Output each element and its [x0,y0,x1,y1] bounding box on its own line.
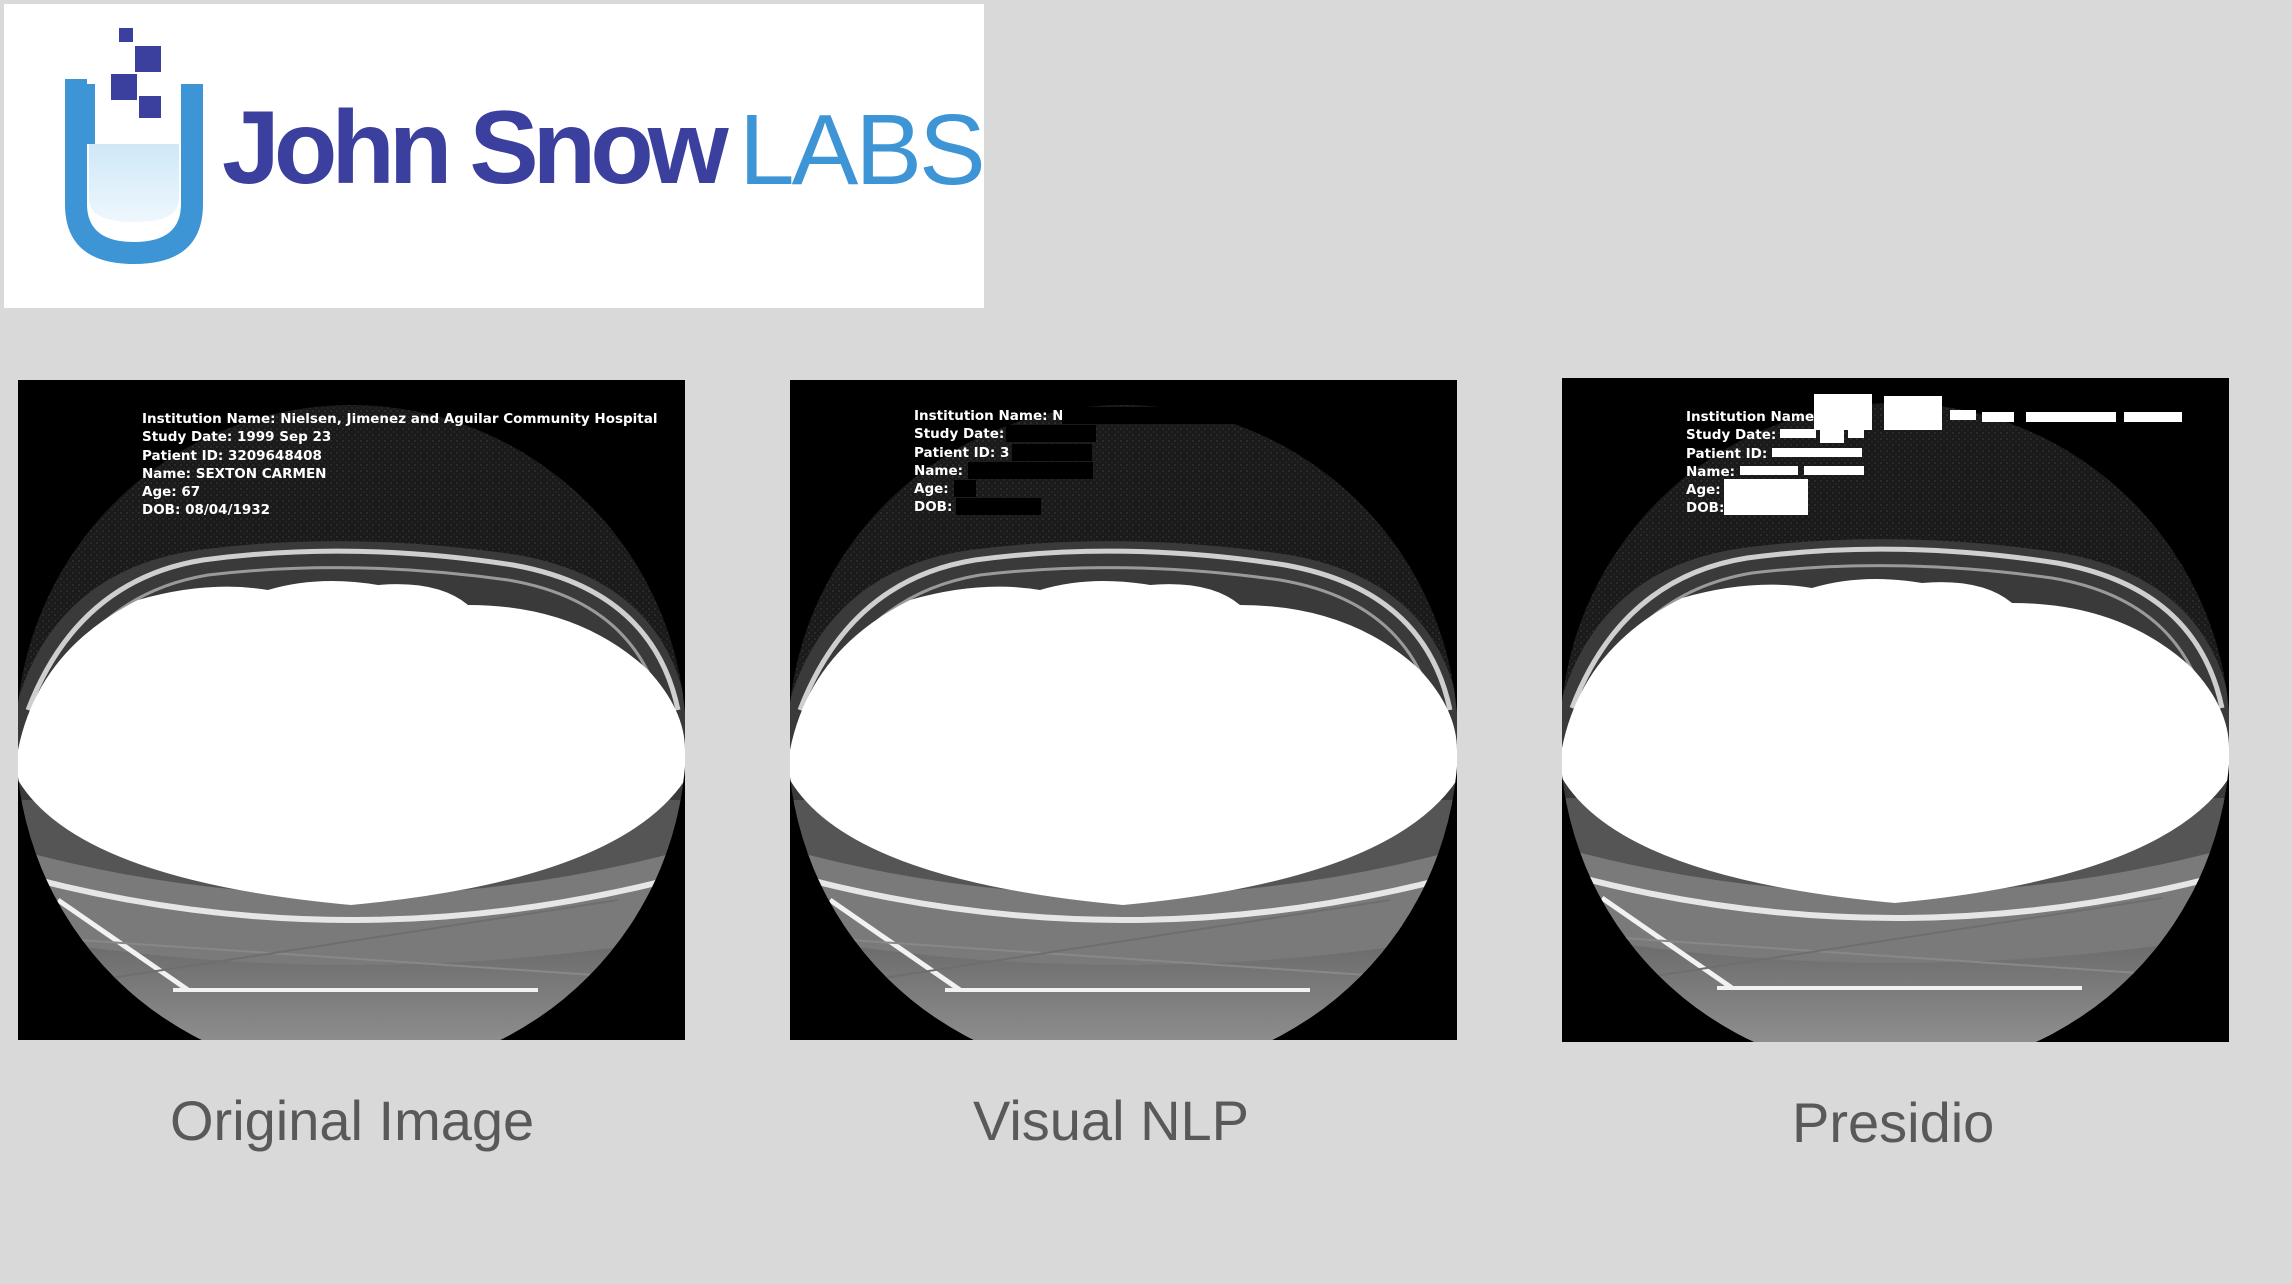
redaction-box [1848,429,1864,439]
study-date-line: Study Date: [914,425,1096,443]
study-date-line: Study Date: [1686,426,1864,444]
visual-nlp-panel: Institution Name: N Study Date: Patient … [790,380,1457,1040]
institution-name-line: Institution Name: N [914,407,1422,425]
patient-id-line: Patient ID: 3209648408 [142,447,322,464]
john-snow-labs-logo: John Snow LABS [4,4,986,308]
logo-labs-text: LABS [739,94,986,206]
redaction-box [1982,412,2014,422]
redaction-box [1804,465,1864,475]
dicom-text-overlay: Institution Name: Nielsen, Jimenez and A… [142,410,658,520]
visual-nlp-caption: Visual NLP [973,1089,1250,1152]
redaction-box [1062,407,1422,424]
institution-name-line: Institution Name: Nielsen, Jimenez and A… [142,411,658,427]
study-date-line: Study Date: 1999 Sep 23 [142,429,332,446]
institution-name-line: Institution Name: [1686,394,2182,430]
redaction-box [1780,429,1816,439]
age-line: Age: [914,480,1064,498]
dicom-text-overlay: Institution Name: Study Date: Patient ID… [1686,394,2182,518]
patient-id-line: Patient ID: [1686,445,1862,463]
redaction-box [1950,410,1976,420]
logo-john-snow-text: John Snow [222,90,729,206]
redaction-box [1740,465,1798,475]
name-line: Name: [914,461,1093,480]
ct-scan-image [790,380,1457,1040]
logo-mark-icon [65,28,203,264]
age-line: Age: 67 [142,484,201,501]
redaction-box [2124,412,2182,422]
dob-line: DOB: [1686,479,1820,517]
redaction-box [1820,429,1844,444]
redaction-box [2026,412,2116,422]
presidio-panel: Institution Name: Study Date: Patient ID… [1562,378,2229,1042]
redaction-box [956,498,1041,516]
redaction-box [1724,479,1808,516]
original-image-panel: Institution Name: Nielsen, Jimenez and A… [18,380,685,1040]
patient-id-line: Patient ID: 3 [914,443,1092,462]
dob-line: DOB: 08/04/1932 [142,502,271,519]
name-line: Name: [1686,463,1864,481]
redaction-box [1012,443,1092,461]
presidio-caption: Presidio [1792,1091,1995,1154]
ct-scan-image [1562,378,2229,1042]
redaction-box [954,480,976,498]
redaction-box [968,461,1093,479]
redaction-box [1772,447,1862,457]
redaction-box [1006,425,1096,443]
dicom-text-overlay: Institution Name: N Study Date: Patient … [914,407,1422,517]
redaction-box [1884,396,1942,430]
dob-line: DOB: [914,498,1064,516]
name-line: Name: SEXTON CARMEN [142,465,327,482]
redaction-box [1814,394,1872,430]
original-image-caption: Original Image [170,1089,535,1152]
